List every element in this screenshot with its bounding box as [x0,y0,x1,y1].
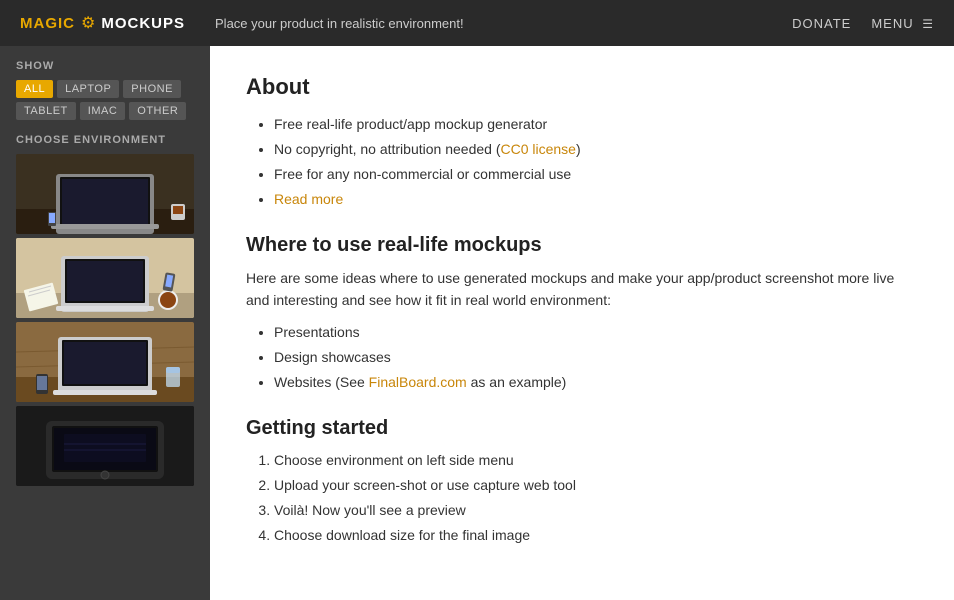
about-item-1: Free real-life product/app mockup genera… [274,114,918,135]
filter-phone[interactable]: PHONE [123,80,181,98]
about-heading: About [246,74,918,100]
env-thumb-3[interactable] [16,322,194,402]
where-item-3: Websites (See FinalBoard.com as an examp… [274,372,918,393]
logo-icon: ⚙ [81,13,95,33]
filter-laptop[interactable]: LAPTOP [57,80,119,98]
finalboard-link[interactable]: FinalBoard.com [369,374,467,390]
about-item-3: Free for any non-commercial or commercia… [274,164,918,185]
where-intro: Here are some ideas where to use generat… [246,267,918,312]
where-item-2: Design showcases [274,347,918,368]
filter-buttons: ALL LAPTOP PHONE TABLET IMAC OTHER [16,80,194,120]
logo-magic-text: MAGIC [20,15,75,32]
choose-environment-label: CHOOSE ENVIRONMENT [16,134,194,146]
filter-all[interactable]: ALL [16,80,53,98]
header: MAGIC ⚙ MOCKUPS Place your product in re… [0,0,954,46]
where-list: Presentations Design showcases Websites … [246,322,918,393]
getting-started-heading: Getting started [246,417,918,440]
step-3: Voilà! Now you'll see a preview [274,500,918,521]
env-thumb-1[interactable] [16,154,194,234]
where-item-1: Presentations [274,322,918,343]
logo: MAGIC ⚙ MOCKUPS [20,13,185,33]
step-1: Choose environment on left side menu [274,450,918,471]
header-tagline: Place your product in realistic environm… [215,16,792,31]
env-thumb-2[interactable] [16,238,194,318]
header-nav: DONATE MENU ☰ [792,16,934,31]
donate-button[interactable]: DONATE [792,16,851,31]
menu-icon: ☰ [922,17,934,31]
env-thumb-4[interactable] [16,406,194,486]
logo-mockups-text: MOCKUPS [101,15,185,32]
step-4: Choose download size for the final image [274,525,918,546]
about-item-4: Read more [274,189,918,210]
filter-other[interactable]: OTHER [129,102,186,120]
main-layout: SHOW ALL LAPTOP PHONE TABLET IMAC OTHER … [0,46,954,600]
sidebar: SHOW ALL LAPTOP PHONE TABLET IMAC OTHER … [0,46,210,600]
where-heading: Where to use real-life mockups [246,234,918,257]
menu-button[interactable]: MENU ☰ [871,16,934,31]
cc0-link[interactable]: CC0 license [500,141,575,157]
environment-thumbnails [16,154,194,486]
about-list: Free real-life product/app mockup genera… [246,114,918,210]
filter-imac[interactable]: IMAC [80,102,126,120]
steps-list: Choose environment on left side menu Upl… [246,450,918,546]
read-more-link[interactable]: Read more [274,191,343,207]
about-item-2: No copyright, no attribution needed (CC0… [274,139,918,160]
show-label: SHOW [16,60,194,72]
step-2: Upload your screen-shot or use capture w… [274,475,918,496]
filter-tablet[interactable]: TABLET [16,102,76,120]
content-area: About Free real-life product/app mockup … [210,46,954,600]
